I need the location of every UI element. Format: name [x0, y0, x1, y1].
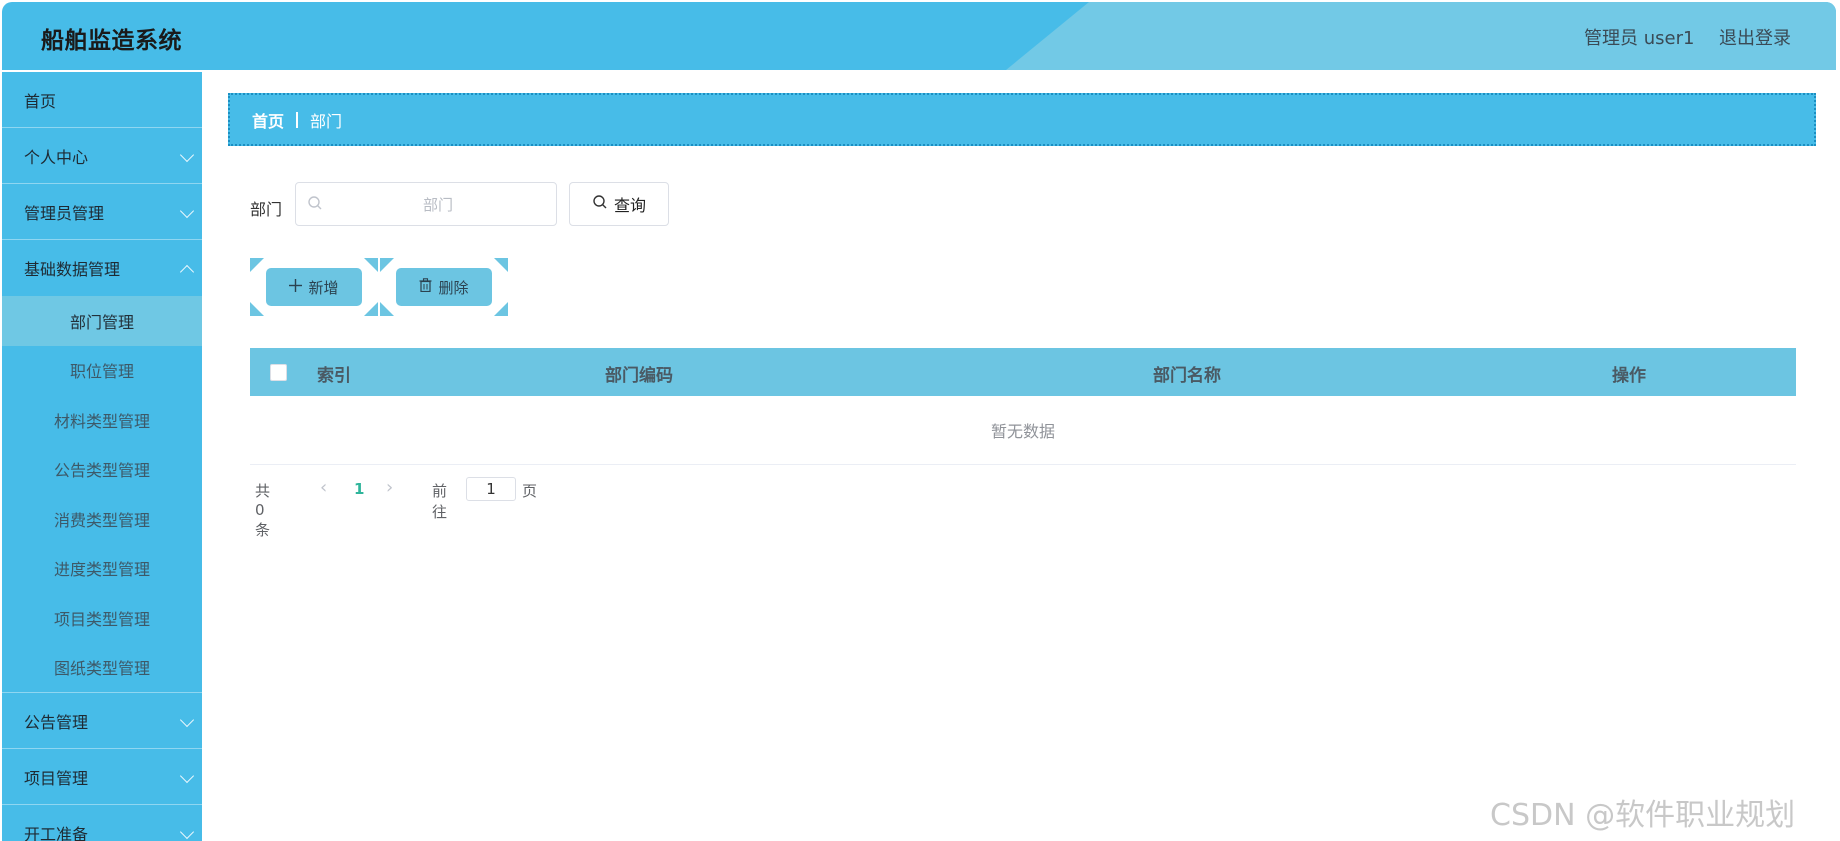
sidebar-subitem-consumption-type[interactable]: 消费类型管理 [2, 494, 202, 544]
breadcrumb-home[interactable]: 首页 [252, 108, 284, 132]
corner-decoration [364, 302, 378, 316]
sidebar-subitem-department[interactable]: 部门管理 [2, 296, 202, 346]
pagination-goto-input[interactable] [466, 477, 516, 501]
sidebar-subitem-material-type[interactable]: 材料类型管理 [2, 395, 202, 445]
breadcrumb: 首页 部门 [228, 93, 1816, 146]
sidebar-item-home[interactable]: 首页 [2, 72, 202, 128]
sidebar-item-project-management[interactable]: 项目管理 [2, 749, 202, 805]
pagination-goto-label: 前往 [432, 482, 448, 521]
pagination-page-suffix: 页 [522, 482, 538, 500]
chevron-down-icon [179, 768, 195, 784]
add-button-label: 新增 [308, 278, 339, 297]
sidebar-item-label: 管理员管理 [24, 203, 105, 223]
delete-button-wrapper: 删除 [380, 258, 508, 316]
sidebar-item-label: 个人中心 [24, 147, 89, 167]
sidebar-item-label: 基础数据管理 [24, 260, 121, 279]
breadcrumb-separator [296, 111, 299, 128]
search-box[interactable] [295, 182, 557, 226]
logout-link[interactable]: 退出登录 [1719, 24, 1791, 50]
table-header: 索引 部门编码 部门名称 操作 [250, 348, 1796, 396]
sidebar-item-work-prep[interactable]: 开工准备 [2, 805, 202, 841]
table-empty-text: 暂无数据 [990, 422, 1055, 441]
trash-icon [419, 278, 432, 296]
add-button-wrapper: 新增 [250, 258, 378, 316]
sidebar-item-notice-management[interactable]: 公告管理 [2, 693, 202, 749]
sidebar-item-label: 开工准备 [24, 824, 89, 841]
sidebar-subitem-notice-type[interactable]: 公告类型管理 [2, 445, 202, 495]
corner-decoration [364, 258, 378, 272]
plus-icon [289, 278, 303, 296]
corner-decoration [380, 258, 394, 272]
search-label: 部门 [250, 200, 283, 219]
chevron-right-icon[interactable]: › [386, 477, 393, 498]
sidebar-subitem-project-type[interactable]: 项目类型管理 [2, 593, 202, 643]
search-icon [307, 195, 323, 215]
column-header-index: 索引 [317, 366, 351, 386]
column-header-department-code: 部门编码 [605, 366, 673, 386]
query-button-label: 查询 [613, 196, 646, 215]
corner-decoration [250, 302, 264, 316]
sidebar-item-admin-management[interactable]: 管理员管理 [2, 184, 202, 240]
corner-decoration [494, 258, 508, 272]
pagination-total: 共 0 条 [255, 482, 271, 539]
top-header: 船舶监造系统 管理员 user1 退出登录 [2, 2, 1836, 70]
chevron-down-icon [179, 147, 195, 163]
base-data-submenu: 部门管理 职位管理 材料类型管理 公告类型管理 消费类型管理 进度类型管理 项目… [2, 296, 202, 693]
corner-decoration [380, 302, 394, 316]
chevron-left-icon[interactable]: ‹ [320, 477, 327, 498]
query-button[interactable]: 查询 [569, 182, 669, 226]
current-user-label: 管理员 user1 [1584, 28, 1695, 49]
chevron-up-icon [179, 264, 195, 280]
watermark: CSDN @软件职业规划 [1490, 798, 1796, 833]
sidebar: 首页 个人中心 管理员管理 基础数据管理 部门管理 职位管理 材料类型管理 公告… [2, 72, 202, 841]
app-title: 船舶监造系统 [41, 28, 182, 54]
chevron-down-icon [179, 712, 195, 728]
sidebar-item-base-data-management[interactable]: 基础数据管理 [2, 240, 202, 296]
corner-decoration [494, 302, 508, 316]
delete-button-label: 删除 [438, 278, 469, 297]
sidebar-item-label: 首页 [24, 91, 57, 111]
breadcrumb-current: 部门 [310, 111, 343, 131]
sidebar-item-personal-center[interactable]: 个人中心 [2, 128, 202, 184]
corner-decoration [250, 258, 264, 272]
chevron-down-icon [179, 824, 195, 840]
department-search-input[interactable] [326, 184, 550, 226]
search-icon [592, 194, 608, 214]
pagination-current-page[interactable]: 1 [354, 480, 364, 498]
header-decoration [1006, 2, 1836, 70]
column-header-department-name: 部门名称 [1153, 366, 1221, 386]
sidebar-subitem-drawing-type[interactable]: 图纸类型管理 [2, 643, 202, 693]
sidebar-item-label: 公告管理 [24, 712, 89, 732]
column-header-actions: 操作 [1612, 366, 1646, 386]
add-button[interactable]: 新增 [266, 268, 362, 306]
chevron-down-icon [179, 203, 195, 219]
sidebar-subitem-position[interactable]: 职位管理 [2, 346, 202, 396]
table-empty-row: 暂无数据 [250, 396, 1796, 465]
sidebar-subitem-progress-type[interactable]: 进度类型管理 [2, 544, 202, 594]
sidebar-item-label: 项目管理 [24, 768, 89, 788]
delete-button[interactable]: 删除 [396, 268, 492, 306]
select-all-checkbox[interactable] [270, 364, 287, 381]
